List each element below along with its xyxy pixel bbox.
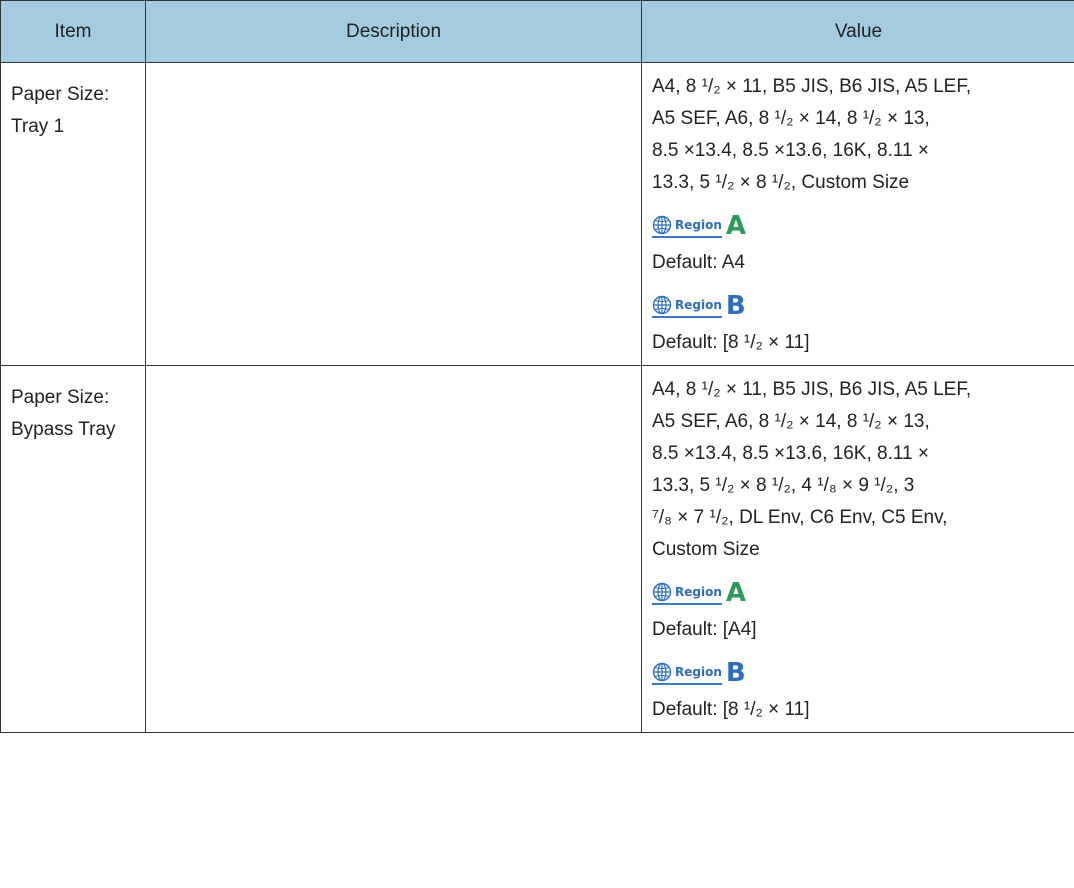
default-value-a: Default: A4 (652, 252, 745, 273)
region-label: Region (675, 297, 722, 312)
table-header-row: Item Description Value (0, 0, 1074, 63)
item-cell: Paper Size: Tray 1 (0, 62, 146, 366)
region-badge: Region (652, 215, 722, 238)
region-b-marker: Region B (652, 656, 1065, 690)
item-label-line: Bypass Tray (11, 419, 116, 440)
default-value-b: Default: [8 ¹/₂ × 11] (652, 699, 810, 720)
value-line: Custom Size (652, 539, 760, 560)
value-line: A5 SEF, A6, 8 ¹/₂ × 14, 8 ¹/₂ × 13, (652, 108, 930, 129)
region-badge: Region (652, 662, 722, 685)
default-value-a: Default: [A4] (652, 619, 757, 640)
value-line: A4, 8 ¹/₂ × 11, B5 JIS, B6 JIS, A5 LEF, (652, 76, 972, 97)
header-value: Value (641, 0, 1074, 63)
item-label-line: Paper Size: (11, 84, 110, 105)
settings-table: Item Description Value Paper Size: Tray … (0, 0, 1074, 733)
region-b-marker: Region B (652, 289, 1065, 323)
value-line: 13.3, 5 ¹/₂ × 8 ¹/₂, 4 ¹/₈ × 9 ¹/₂, 3 (652, 475, 915, 496)
region-badge: Region (652, 582, 722, 605)
value-line: 8.5 ×13.4, 8.5 ×13.6, 16K, 8.11 × (652, 443, 929, 464)
region-label: Region (675, 664, 722, 679)
header-item: Item (0, 0, 146, 63)
table-row: Paper Size: Tray 1 A4, 8 ¹/₂ × 11, B5 JI… (0, 62, 1074, 366)
region-a-marker: Region A (652, 209, 1065, 243)
value-cell: A4, 8 ¹/₂ × 11, B5 JIS, B6 JIS, A5 LEF, … (641, 62, 1074, 366)
value-line: 13.3, 5 ¹/₂ × 8 ¹/₂, Custom Size (652, 172, 910, 193)
description-cell (145, 62, 642, 366)
region-label: Region (675, 584, 722, 599)
globe-icon (652, 295, 672, 314)
region-badge: Region (652, 295, 722, 318)
item-label-line: Tray 1 (11, 116, 65, 137)
region-letter-a: A (725, 211, 746, 241)
value-line: A4, 8 ¹/₂ × 11, B5 JIS, B6 JIS, A5 LEF, (652, 379, 972, 400)
value-line: 8.5 ×13.4, 8.5 ×13.6, 16K, 8.11 × (652, 140, 929, 161)
region-a-marker: Region A (652, 576, 1065, 610)
globe-icon (652, 215, 672, 234)
header-description: Description (145, 0, 642, 63)
region-letter-a: A (725, 578, 746, 608)
table-row: Paper Size: Bypass Tray A4, 8 ¹/₂ × 11, … (0, 365, 1074, 733)
value-line: A5 SEF, A6, 8 ¹/₂ × 14, 8 ¹/₂ × 13, (652, 411, 930, 432)
description-cell (145, 365, 642, 733)
region-letter-b: B (725, 291, 746, 321)
item-label-line: Paper Size: (11, 387, 110, 408)
globe-icon (652, 582, 672, 601)
value-line: ⁷/₈ × 7 ¹/₂, DL Env, C6 Env, C5 Env, (652, 507, 948, 528)
value-list: A4, 8 ¹/₂ × 11, B5 JIS, B6 JIS, A5 LEF, … (652, 374, 1065, 566)
value-list: A4, 8 ¹/₂ × 11, B5 JIS, B6 JIS, A5 LEF, … (652, 71, 1065, 199)
default-value-b: Default: [8 ¹/₂ × 11] (652, 332, 810, 353)
item-cell: Paper Size: Bypass Tray (0, 365, 146, 733)
globe-icon (652, 662, 672, 681)
region-letter-b: B (725, 658, 746, 688)
value-cell: A4, 8 ¹/₂ × 11, B5 JIS, B6 JIS, A5 LEF, … (641, 365, 1074, 733)
region-label: Region (675, 217, 722, 232)
